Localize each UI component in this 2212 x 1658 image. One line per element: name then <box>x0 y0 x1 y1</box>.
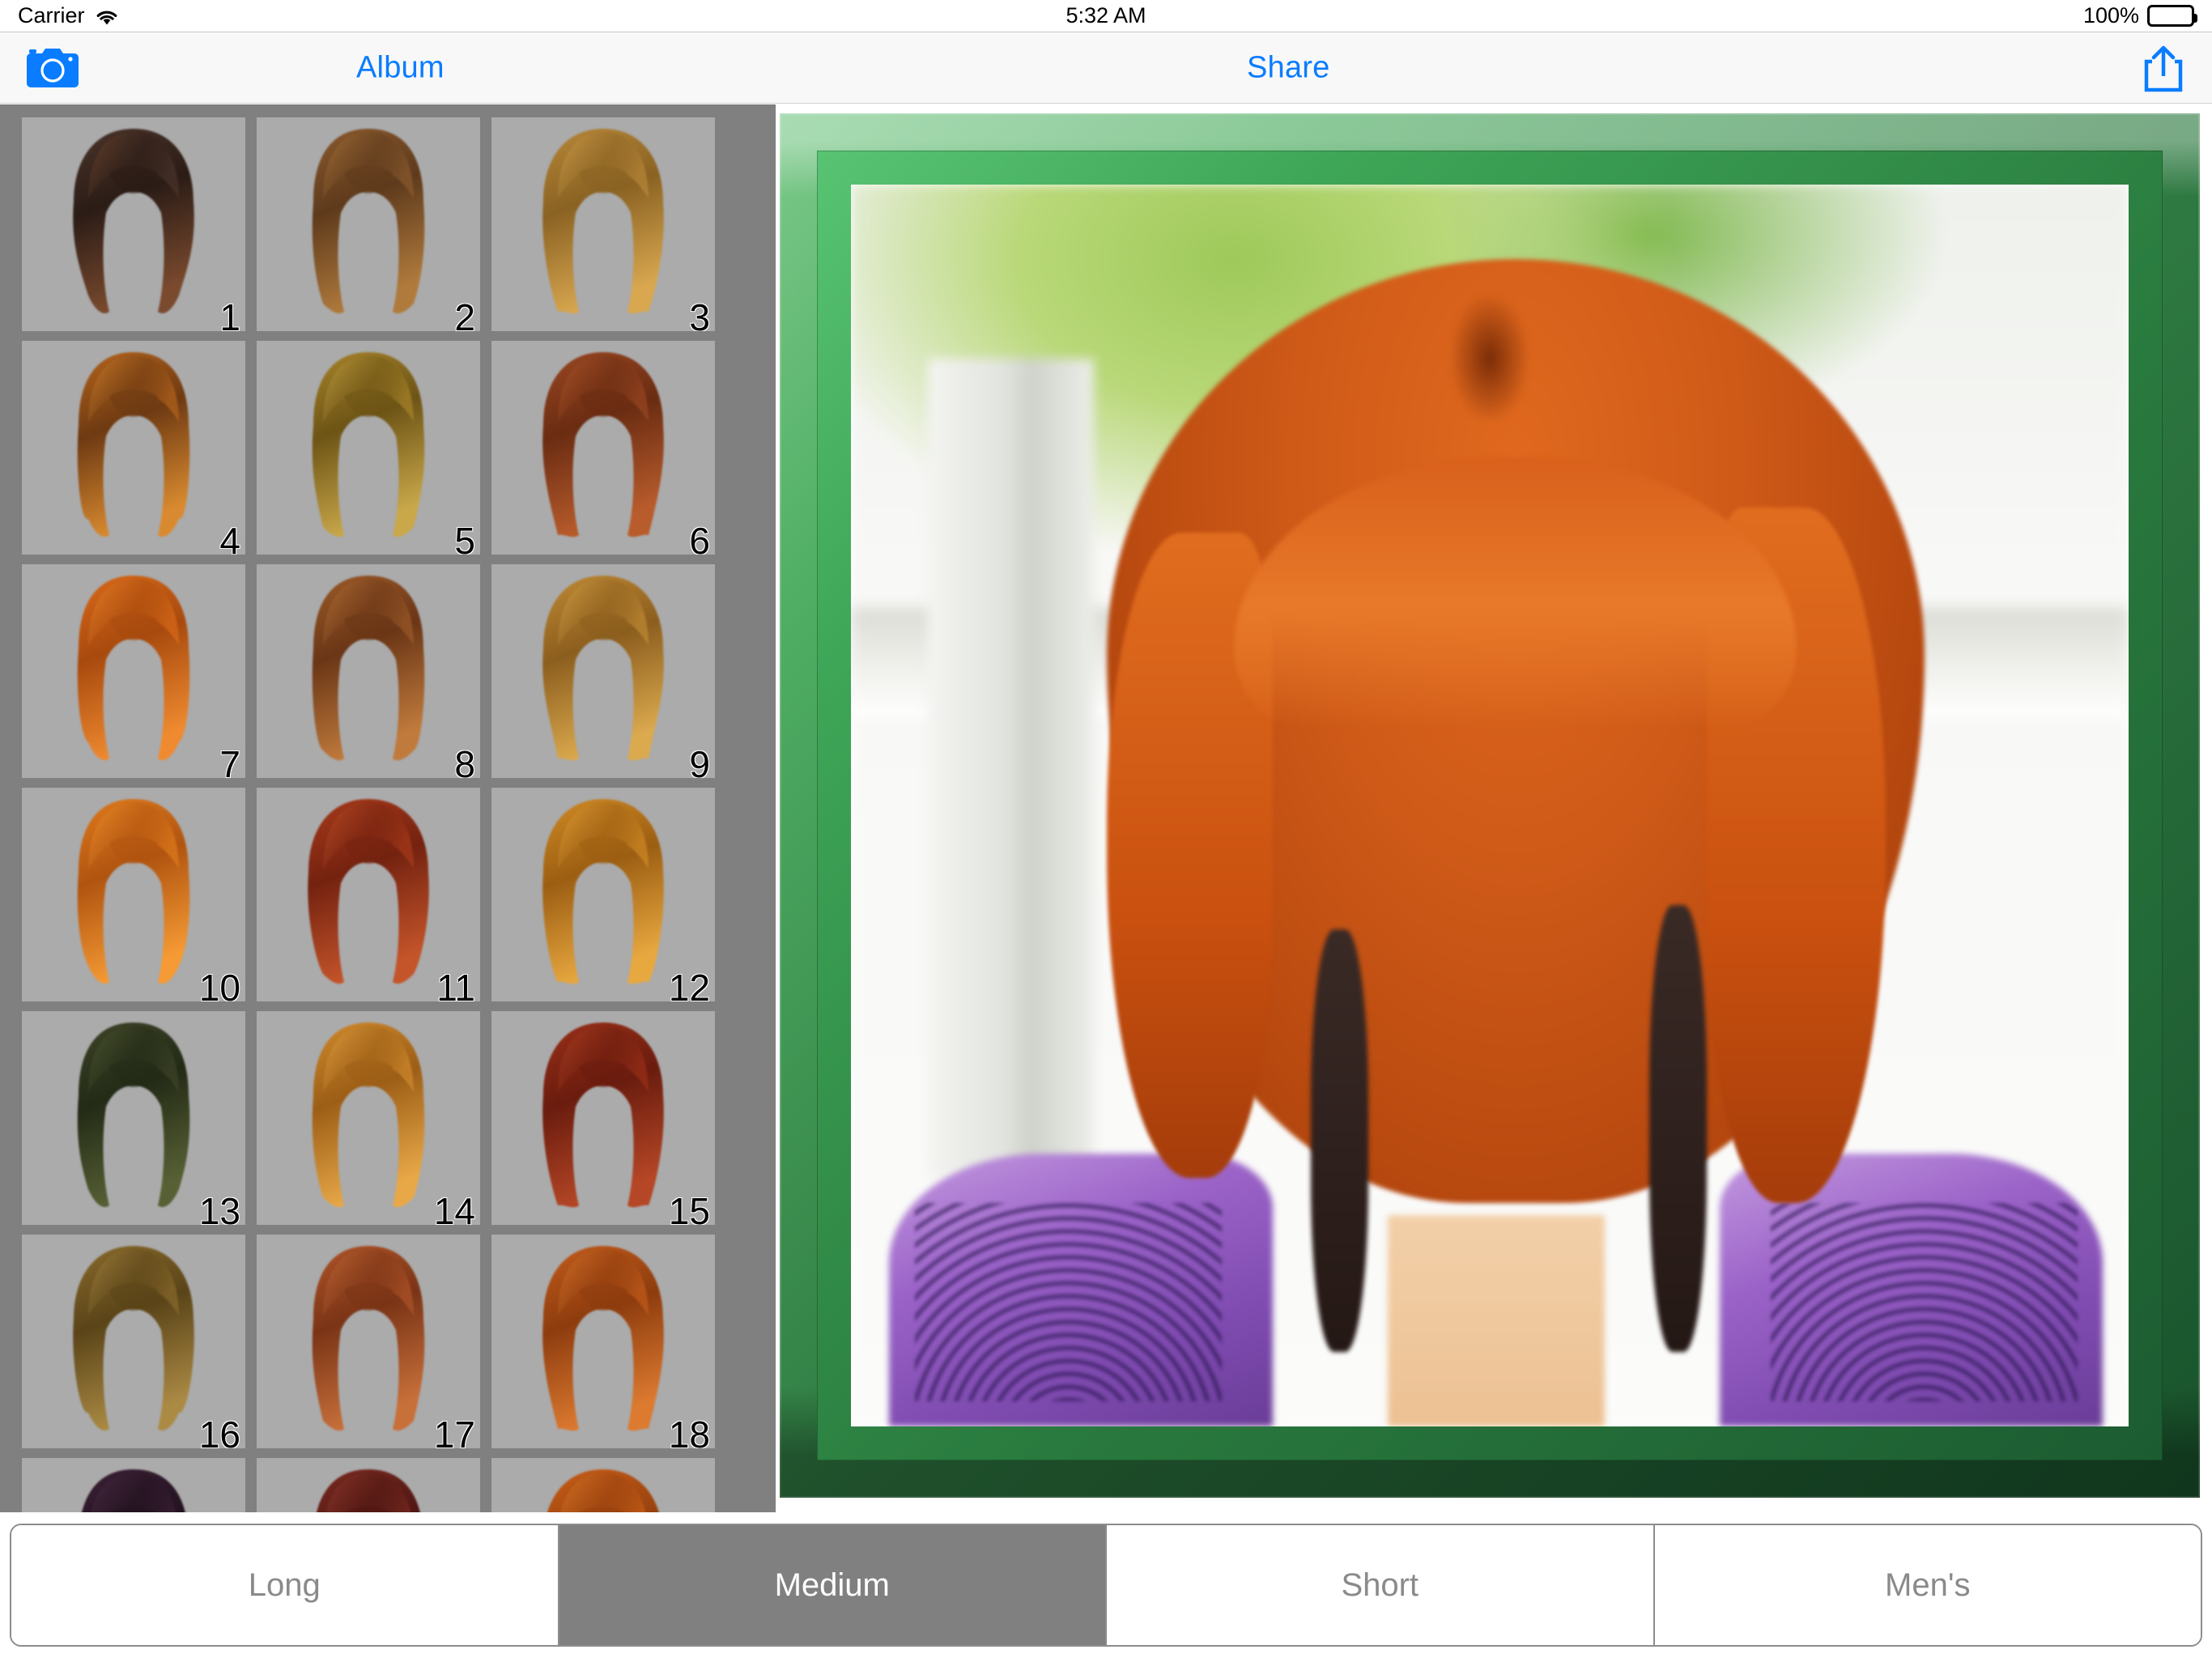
hairstyle-thumbnail[interactable]: 12 <box>491 788 715 1001</box>
wig-image <box>542 576 664 761</box>
picture-frame-inner <box>817 151 2163 1460</box>
status-bar-clock: 5:32 AM <box>1066 3 1146 28</box>
hairstyle-number: 6 <box>689 520 710 555</box>
hairstyle-thumbnail[interactable]: 18 <box>491 1235 715 1448</box>
picture-frame-outer <box>780 113 2200 1498</box>
hairstyle-thumbnail[interactable]: 7 <box>22 564 245 778</box>
tab-label: Long <box>248 1567 321 1603</box>
wig-image <box>312 1022 425 1208</box>
hairstyle-thumbnail[interactable]: 16 <box>22 1235 245 1448</box>
wig-image <box>312 352 425 538</box>
photo-mat <box>851 185 2129 1426</box>
tab-label: Men's <box>1885 1567 1971 1603</box>
photo-preview-area[interactable] <box>780 113 2200 1498</box>
tab-label: Medium <box>774 1567 890 1603</box>
hairstyle-thumbnail[interactable]: 20 <box>257 1458 480 1512</box>
tab-label: Short <box>1341 1567 1419 1603</box>
wig-image <box>317 1469 420 1512</box>
hairstyle-thumbnail[interactable]: 4 <box>22 341 245 555</box>
wig-image <box>542 129 664 314</box>
wig-image <box>542 352 664 538</box>
battery-percent-label: 100% <box>2082 3 2139 28</box>
hairstyle-number: 5 <box>454 520 475 555</box>
dark-hair-lock-left <box>1311 929 1369 1352</box>
preview-photo[interactable] <box>851 185 2129 1426</box>
wig-image <box>542 799 664 984</box>
hairstyle-thumbnail[interactable]: 2 <box>257 117 480 331</box>
wig-image <box>308 799 429 984</box>
share-upload-icon[interactable] <box>2141 42 2186 94</box>
wig-image <box>312 129 425 314</box>
wig-image <box>77 576 190 760</box>
photo-pillar <box>927 358 1094 1179</box>
hairstyle-thumbnail[interactable]: 8 <box>257 564 480 778</box>
album-button[interactable]: Album <box>356 50 445 85</box>
hairstyle-number: 4 <box>219 520 240 555</box>
wig-image <box>312 1246 425 1431</box>
status-bar-right: 100% <box>2082 3 2197 28</box>
hairstyle-number: 1 <box>219 296 240 331</box>
wig-image <box>77 352 190 537</box>
hairstyle-thumbnail[interactable]: 21 <box>491 1458 715 1512</box>
wig-image <box>82 1469 185 1512</box>
hairstyle-thumbnail[interactable]: 9 <box>491 564 715 778</box>
battery-full-icon <box>2147 5 2197 27</box>
hairstyle-thumbnail-grid: 1 2 3 4 5 6 7 8 9 10 11 12 13 14 15 16 1… <box>22 117 734 1512</box>
hairstyle-number: 9 <box>689 743 710 778</box>
hairstyle-thumbnail[interactable]: 14 <box>257 1011 480 1225</box>
wig-image <box>542 1246 664 1431</box>
tab-mens[interactable]: Men's <box>1654 1525 2201 1645</box>
hairstyle-thumbnail[interactable]: 3 <box>491 117 715 331</box>
wig-image <box>77 799 190 984</box>
hairstyle-thumbnail[interactable]: 11 <box>257 788 480 1001</box>
hairstyle-thumbnail[interactable]: 5 <box>257 341 480 555</box>
hairstyle-thumbnail[interactable]: 6 <box>491 341 715 555</box>
navigation-bar: Album Share <box>0 32 2212 104</box>
hairstyle-thumbnail[interactable]: 17 <box>257 1235 480 1448</box>
hairstyle-thumbnail[interactable]: 15 <box>491 1011 715 1225</box>
wig-image <box>547 1469 659 1512</box>
wig-image <box>73 1246 194 1431</box>
hairstyle-number: 3 <box>689 296 710 331</box>
hairstyle-number: 2 <box>454 296 475 331</box>
share-button[interactable]: Share <box>1247 50 1329 85</box>
hairstyle-thumbnail[interactable]: 13 <box>22 1011 245 1225</box>
garment-pattern-right <box>1771 1202 2078 1402</box>
garment-pattern-left <box>914 1202 1222 1402</box>
tab-long[interactable]: Long <box>11 1525 559 1645</box>
dark-hair-lock-right <box>1649 904 1708 1352</box>
hairstyle-number: 8 <box>454 743 475 778</box>
camera-icon[interactable] <box>24 45 81 91</box>
category-tab-bar: Long Medium Short Men's <box>10 1524 2202 1647</box>
status-bar: Carrier 5:32 AM 100% <box>0 0 2212 32</box>
hairstyle-thumbnail[interactable]: 19 <box>22 1458 245 1512</box>
hairstyle-thumbnail[interactable]: 1 <box>22 117 245 331</box>
wig-image <box>77 1022 190 1207</box>
wig-image <box>542 1022 664 1208</box>
tab-medium[interactable]: Medium <box>559 1525 1107 1645</box>
wig-image <box>73 129 194 313</box>
hairstyle-number: 7 <box>219 743 240 778</box>
applied-wig-part <box>1451 296 1529 421</box>
hairstyle-sidebar[interactable]: 1 2 3 4 5 6 7 8 9 10 11 12 13 14 15 16 1… <box>0 104 776 1512</box>
hairstyle-thumbnail[interactable]: 10 <box>22 788 245 1001</box>
wig-image <box>312 576 425 761</box>
tab-short[interactable]: Short <box>1107 1525 1655 1645</box>
main-content: 1 2 3 4 5 6 7 8 9 10 11 12 13 14 15 16 1… <box>0 104 2212 1512</box>
subject-neck <box>1387 1215 1605 1426</box>
